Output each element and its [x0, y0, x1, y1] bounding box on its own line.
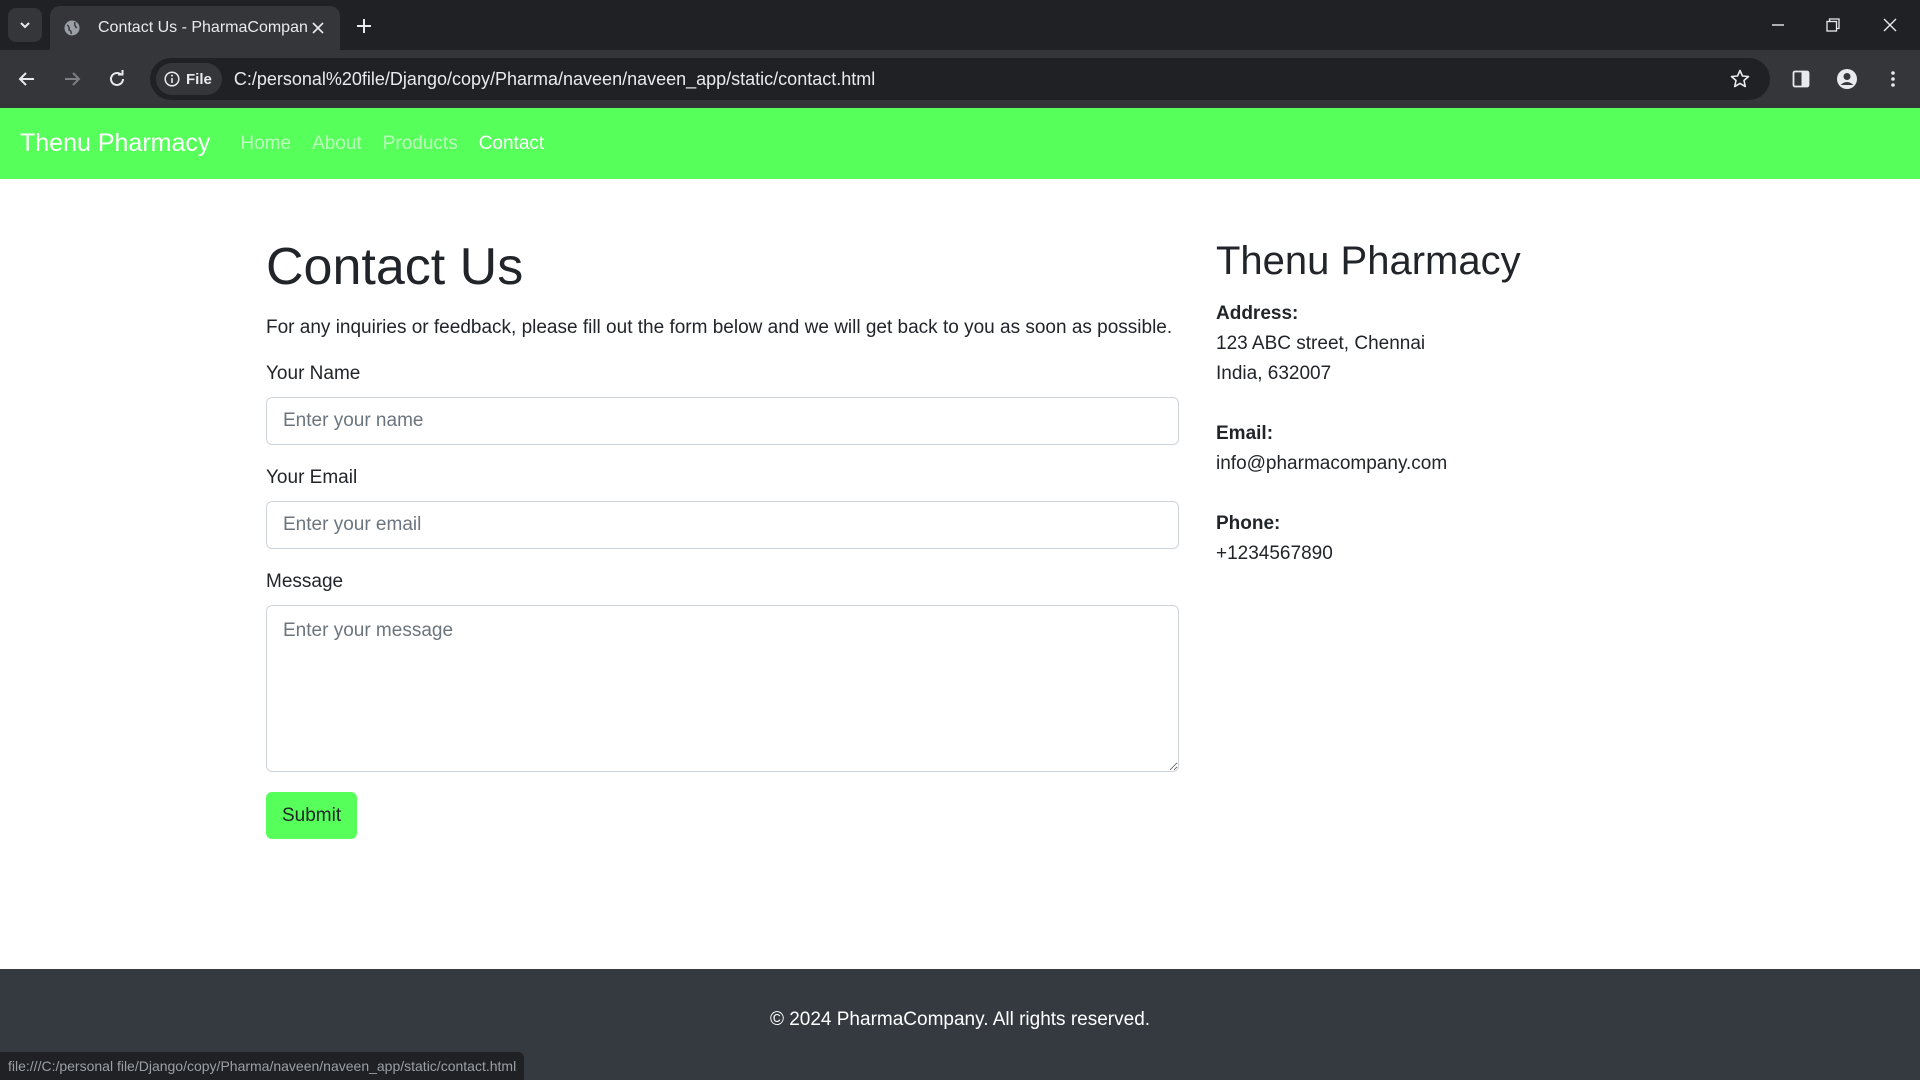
- tab-title: Contact Us - PharmaCompany: [98, 19, 308, 36]
- phone-label: Phone:: [1216, 513, 1281, 534]
- browser-status-bar: file:///C:/personal file/Django/copy/Pha…: [0, 1052, 525, 1080]
- site-info-chip[interactable]: File: [156, 63, 222, 95]
- message-label: Message: [266, 571, 344, 592]
- new-tab-plus-icon[interactable]: [350, 12, 378, 40]
- contact-form-column: Contact Us For any inquiries or feedback…: [266, 241, 1179, 839]
- nav-link-about[interactable]: About: [312, 133, 362, 155]
- side-panel-icon[interactable]: [1784, 62, 1818, 96]
- name-field[interactable]: [266, 397, 1179, 445]
- close-window-icon[interactable]: [1868, 6, 1912, 44]
- address-line-2: India, 632007: [1216, 363, 1332, 384]
- kebab-menu-icon[interactable]: [1876, 62, 1910, 96]
- url-text[interactable]: C:/personal%20file/Django/copy/Pharma/na…: [234, 69, 875, 90]
- phone-value: +1234567890: [1216, 543, 1333, 564]
- file-chip-label: File: [186, 70, 212, 88]
- forward-arrow-icon[interactable]: [55, 62, 89, 96]
- email-block: Email: info@pharmacompany.com: [1216, 419, 1816, 479]
- navbar-brand[interactable]: Thenu Pharmacy: [20, 129, 210, 158]
- email-label: Your Email: [266, 467, 358, 488]
- restore-icon[interactable]: [1811, 6, 1855, 44]
- nav-link-contact[interactable]: Contact: [479, 133, 544, 155]
- tab-search-button[interactable]: [8, 8, 42, 42]
- email-field[interactable]: [266, 501, 1179, 549]
- address-line-1: 123 ABC street, Chennai: [1216, 333, 1426, 354]
- browser-tab-strip: Contact Us - PharmaCompany: [0, 0, 1920, 50]
- browser-tab-active[interactable]: Contact Us - PharmaCompany: [50, 6, 340, 50]
- info-icon: [164, 71, 180, 87]
- contact-form: Your Name Your Email Message Submit: [266, 363, 1179, 839]
- tab-close-icon[interactable]: [308, 18, 328, 38]
- company-title: Thenu Pharmacy: [1216, 239, 1521, 283]
- nav-link-home[interactable]: Home: [240, 133, 291, 155]
- browser-toolbar: File C:/personal%20file/Django/copy/Phar…: [0, 50, 1920, 108]
- intro-text: For any inquiries or feedback, please fi…: [266, 317, 1173, 338]
- contact-info-column: Thenu Pharmacy Address: 123 ABC street, …: [1216, 241, 1816, 599]
- nav-link-products[interactable]: Products: [383, 133, 458, 155]
- chevron-down-icon: [20, 22, 30, 29]
- page-title: Contact Us: [266, 238, 524, 296]
- address-block: Address: 123 ABC street, Chennai India, …: [1216, 299, 1816, 389]
- address-bar[interactable]: File C:/personal%20file/Django/copy/Phar…: [150, 58, 1770, 100]
- email-info-label: Email:: [1216, 423, 1274, 444]
- globe-icon: [62, 18, 82, 38]
- email-value: info@pharmacompany.com: [1216, 453, 1448, 474]
- name-label: Your Name: [266, 363, 361, 384]
- minimize-icon[interactable]: [1756, 6, 1800, 44]
- site-navbar: Thenu Pharmacy Home About Products Conta…: [0, 108, 1920, 179]
- message-textarea[interactable]: [266, 605, 1179, 772]
- profile-avatar-icon[interactable]: [1830, 62, 1864, 96]
- status-url: file:///C:/personal file/Django/copy/Pha…: [8, 1058, 517, 1074]
- copyright-text: © 2024 PharmaCompany. All rights reserve…: [769, 1008, 1151, 1030]
- bookmark-star-icon[interactable]: [1728, 67, 1752, 91]
- phone-block: Phone: +1234567890: [1216, 509, 1816, 569]
- submit-button[interactable]: Submit: [266, 792, 358, 839]
- back-arrow-icon[interactable]: [10, 62, 44, 96]
- reload-icon[interactable]: [100, 62, 134, 96]
- address-label: Address:: [1216, 303, 1299, 324]
